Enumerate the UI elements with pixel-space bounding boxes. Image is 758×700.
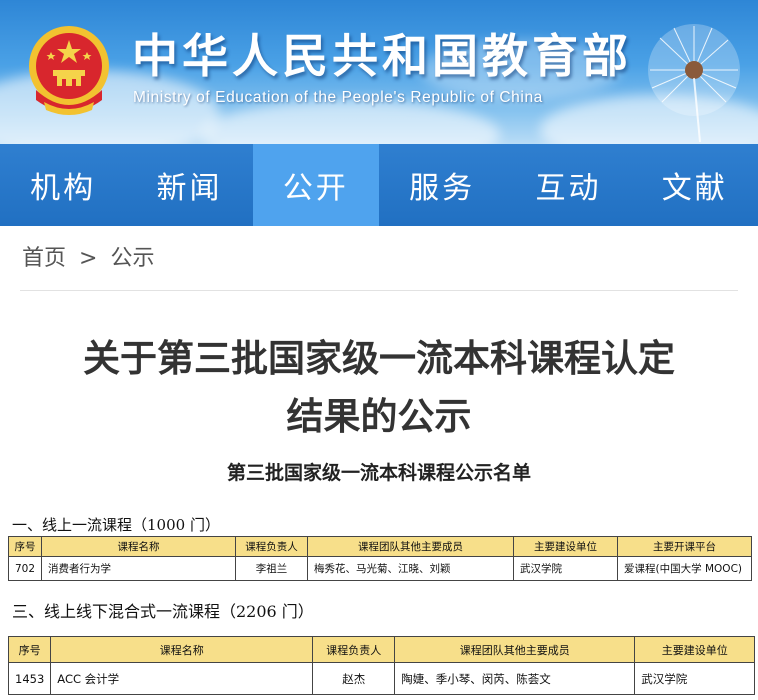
col-header: 序号 — [7, 536, 43, 557]
main-nav: 机构 新闻 公开 服务 互动 文献 — [0, 144, 758, 226]
table-header-row: 序号 课程名称 课程负责人 课程团队其他主要成员 主要建设单位 — [7, 636, 756, 663]
table-online-courses: 序号 课程名称 课程负责人 课程团队其他主要成员 主要建设单位 主要开课平台 7… — [7, 536, 753, 581]
table-row: 702 消费者行为学 李祖兰 梅秀花、马光菊、江晓、刘颖 武汉学院 爱课程(中国… — [7, 556, 753, 581]
cell-unit: 武汉学院 — [513, 556, 619, 581]
col-header: 主要建设单位 — [634, 636, 756, 663]
cell-unit: 武汉学院 — [634, 662, 756, 695]
col-header: 课程团队其他主要成员 — [394, 636, 636, 663]
site-subtitle: Ministry of Education of the People's Re… — [133, 89, 543, 106]
cell-lead: 赵杰 — [312, 662, 396, 695]
col-header: 课程团队其他主要成员 — [307, 536, 515, 557]
cell-lead: 李祖兰 — [235, 556, 309, 581]
breadcrumb: 首页 > 公示 — [22, 240, 154, 272]
page-title-line-1: 关于第三批国家级一流本科课程认定 — [83, 337, 675, 380]
table-blended-courses: 序号 课程名称 课程负责人 课程团队其他主要成员 主要建设单位 1453 ACC… — [7, 636, 756, 695]
cell-course-name: 消费者行为学 — [41, 556, 237, 581]
nav-item-service[interactable]: 服务 — [379, 144, 505, 226]
table-header-row: 序号 课程名称 课程负责人 课程团队其他主要成员 主要建设单位 主要开课平台 — [7, 536, 753, 557]
nav-item-literature[interactable]: 文献 — [632, 144, 758, 226]
col-header: 主要建设单位 — [513, 536, 619, 557]
cell-index: 702 — [7, 556, 43, 581]
col-header: 课程负责人 — [312, 636, 396, 663]
dandelion-decoration-icon — [648, 24, 740, 142]
cell-team: 陶婕、季小琴、闵芮、陈荟文 — [394, 662, 636, 695]
col-header: 课程名称 — [50, 636, 314, 663]
section-title-blended: 三、线上线下混合式一流课程（2206 门） — [12, 602, 314, 621]
cell-course-name: ACC 会计学 — [50, 662, 314, 695]
national-emblem-icon — [29, 26, 109, 115]
section-title-online: 一、线上一流课程（1000 门） — [12, 516, 220, 534]
page-title: 关于第三批国家级一流本科课程认定 结果的公示 — [20, 330, 738, 446]
nav-item-news[interactable]: 新闻 — [126, 144, 252, 226]
page-title-line-2: 结果的公示 — [286, 395, 472, 438]
col-header: 课程名称 — [41, 536, 237, 557]
nav-item-organization[interactable]: 机构 — [0, 144, 126, 226]
breadcrumb-separator: > — [79, 246, 98, 271]
col-header: 主要开课平台 — [617, 536, 753, 557]
cell-platform: 爱课程(中国大学 MOOC) — [617, 556, 753, 581]
breadcrumb-current-link[interactable]: 公示 — [110, 246, 154, 271]
document-heading: 第三批国家级一流本科课程公示名单 — [226, 462, 531, 484]
cell-index: 1453 — [7, 662, 52, 695]
site-title: 中华人民共和国教育部 — [132, 29, 632, 83]
table-row: 1453 ACC 会计学 赵杰 陶婕、季小琴、闵芮、陈荟文 武汉学院 — [7, 662, 756, 695]
nav-item-public[interactable]: 公开 — [252, 144, 379, 226]
divider — [20, 290, 738, 291]
col-header: 课程负责人 — [235, 536, 309, 557]
col-header: 序号 — [7, 636, 52, 663]
breadcrumb-home-link[interactable]: 首页 — [22, 246, 66, 271]
nav-item-interaction[interactable]: 互动 — [505, 144, 631, 226]
cell-team: 梅秀花、马光菊、江晓、刘颖 — [307, 556, 515, 581]
site-header-banner: 中华人民共和国教育部 Ministry of Education of the … — [0, 0, 758, 144]
